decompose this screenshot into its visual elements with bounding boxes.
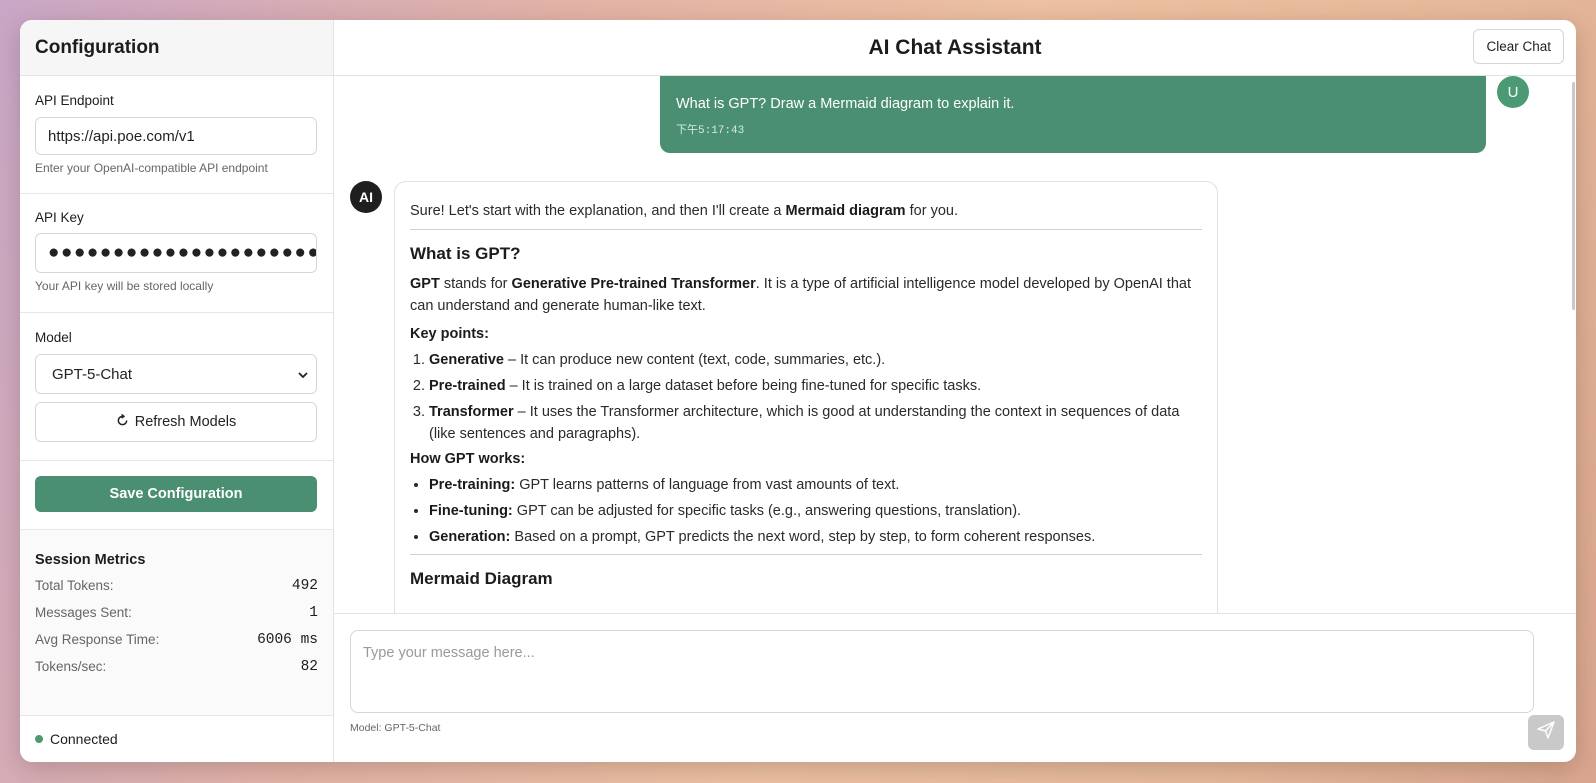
heading-what-is-gpt: What is GPT? <box>410 244 521 263</box>
model-indicator: Model: GPT-5-Chat <box>350 722 441 734</box>
metric-row-avg-response-time: Avg Response Time: 6006 ms <box>35 626 318 653</box>
list-item: Pre-trained – It is trained on a large d… <box>429 375 1202 397</box>
list-item-text: GPT can be adjusted for specific tasks (… <box>512 503 1022 519</box>
api-endpoint-hint: Enter your OpenAI-compatible API endpoin… <box>35 161 268 175</box>
assistant-intro: Sure! Let's start with the explanation, … <box>410 203 1202 219</box>
gpt-full-name: Generative Pre-trained Transformer <box>511 276 756 292</box>
metric-value: 82 <box>300 658 318 675</box>
metric-row-tokens-per-sec: Tokens/sec: 82 <box>35 653 318 680</box>
session-metrics: Session Metrics Total Tokens: 492 Messag… <box>20 530 333 716</box>
divider <box>410 229 1202 230</box>
api-key-hint: Your API key will be stored locally <box>35 279 214 293</box>
how-gpt-works-list: Pre-training: GPT learns patterns of lan… <box>410 474 1202 548</box>
list-item: Generative – It can produce new content … <box>429 349 1202 371</box>
metric-row-total-tokens: Total Tokens: 492 <box>35 572 318 599</box>
list-item-term: Transformer <box>429 404 514 420</box>
list-item-text: – It uses the Transformer architecture, … <box>429 404 1180 442</box>
clear-chat-button[interactable]: Clear Chat <box>1473 29 1564 64</box>
list-item-term: Generation: <box>429 529 511 545</box>
assistant-message-bubble: Sure! Let's start with the explanation, … <box>394 181 1218 613</box>
message-input[interactable]: Type your message here... <box>350 630 1534 713</box>
list-item-text: – It can produce new content (text, code… <box>503 352 886 368</box>
metrics-title: Session Metrics <box>35 552 146 568</box>
save-configuration-button[interactable]: Save Configuration <box>35 476 317 512</box>
connection-status: Connected <box>20 716 333 762</box>
save-section: Save Configuration <box>20 461 333 530</box>
metric-label: Messages Sent: <box>35 605 132 620</box>
refresh-models-button[interactable]: Refresh Models <box>35 402 317 442</box>
app-window: Configuration API Endpoint https://api.p… <box>20 20 1576 762</box>
status-dot-icon <box>35 735 43 743</box>
heading-mermaid-diagram: Mermaid Diagram <box>410 569 553 588</box>
configuration-sidebar: Configuration API Endpoint https://api.p… <box>20 20 334 762</box>
api-endpoint-section: API Endpoint https://api.poe.com/v1 Ente… <box>20 76 333 194</box>
sidebar-header: Configuration <box>20 20 333 76</box>
api-key-section: API Key ●●●●●●●●●●●●●●●●●●●●●●●●●● Your … <box>20 194 333 313</box>
intro-text: Sure! Let's start with the explanation, … <box>410 203 786 219</box>
intro-text-end: for you. <box>905 203 958 219</box>
list-item-text: – It is trained on a large dataset befor… <box>505 378 982 394</box>
key-points-list: Generative – It can produce new content … <box>410 349 1202 445</box>
refresh-icon <box>116 413 129 431</box>
model-section: Model GPT-5-Chat Refresh Models <box>20 313 333 461</box>
model-select-value: GPT-5-Chat <box>52 365 133 383</box>
user-message-bubble: What is GPT? Draw a Mermaid diagram to e… <box>660 76 1486 153</box>
list-item-term: Pre-trained <box>429 378 506 394</box>
api-endpoint-label: API Endpoint <box>35 93 114 108</box>
user-message-time: 下午5:17:43 <box>676 125 745 137</box>
list-item: Pre-training: GPT learns patterns of lan… <box>429 474 1202 496</box>
send-icon <box>1536 720 1556 745</box>
gpt-definition: GPT stands for Generative Pre-trained Tr… <box>410 273 1202 317</box>
metric-label: Avg Response Time: <box>35 632 160 647</box>
status-label: Connected <box>50 731 118 747</box>
metric-label: Tokens/sec: <box>35 659 107 674</box>
chat-header: AI Chat Assistant Clear Chat <box>334 20 1576 76</box>
gpt-mid: stands for <box>439 276 512 292</box>
chevron-down-icon <box>298 366 308 383</box>
list-item-term: Pre-training: <box>429 477 516 493</box>
user-message-text: What is GPT? Draw a Mermaid diagram to e… <box>676 96 1015 112</box>
metric-value: 492 <box>291 577 318 594</box>
metric-label: Total Tokens: <box>35 578 114 593</box>
metric-row-messages-sent: Messages Sent: 1 <box>35 599 318 626</box>
assistant-avatar: AI <box>350 181 382 213</box>
api-key-label: API Key <box>35 210 84 225</box>
list-item-text: GPT learns patterns of language from vas… <box>515 477 900 493</box>
divider <box>410 554 1202 555</box>
refresh-models-label: Refresh Models <box>134 414 237 430</box>
user-avatar: U <box>1497 76 1529 108</box>
model-label: Model <box>35 330 72 345</box>
list-item-term: Fine-tuning: <box>429 503 513 519</box>
page-title: AI Chat Assistant <box>868 35 1042 59</box>
chat-messages[interactable]: What is GPT? Draw a Mermaid diagram to e… <box>334 76 1576 614</box>
list-item-term: Generative <box>429 352 504 368</box>
api-endpoint-input[interactable]: https://api.poe.com/v1 <box>35 117 317 155</box>
sidebar-title: Configuration <box>35 36 160 58</box>
intro-bold: Mermaid diagram <box>785 203 906 219</box>
list-item: Generation: Based on a prompt, GPT predi… <box>429 526 1202 548</box>
list-item: Transformer – It uses the Transformer ar… <box>429 401 1202 445</box>
key-points-title: Key points: <box>410 326 489 342</box>
chat-scrollbar[interactable] <box>1572 82 1575 310</box>
list-item-text: Based on a prompt, GPT predicts the next… <box>510 529 1096 545</box>
metric-value: 6006 ms <box>257 631 318 648</box>
list-item: Fine-tuning: GPT can be adjusted for spe… <box>429 500 1202 522</box>
gpt-term: GPT <box>410 276 440 292</box>
composer: Type your message here... Model: GPT-5-C… <box>334 614 1576 762</box>
how-gpt-works-title: How GPT works: <box>410 451 526 467</box>
model-select[interactable]: GPT-5-Chat <box>35 354 317 394</box>
chat-main: AI Chat Assistant Clear Chat What is GPT… <box>334 20 1576 762</box>
send-button[interactable] <box>1528 715 1564 750</box>
metric-value: 1 <box>309 604 318 621</box>
api-key-input[interactable]: ●●●●●●●●●●●●●●●●●●●●●●●●●● <box>35 233 317 273</box>
